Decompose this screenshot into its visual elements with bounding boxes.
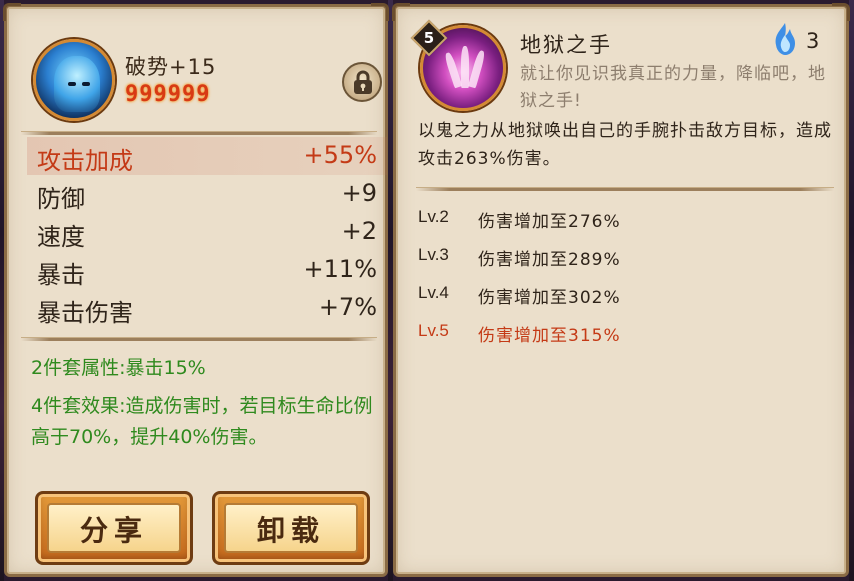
- upgrade-effect: 伤害增加至289%: [478, 250, 621, 270]
- upgrade-row-lv2: Lv.2 伤害增加至276%: [418, 207, 838, 233]
- background-right: [849, 0, 854, 581]
- skill-name: 地狱之手: [520, 33, 612, 57]
- share-button-label: 分享: [79, 514, 148, 547]
- stat-row-crit-damage: 暴击伤害 +7%: [37, 293, 377, 329]
- skill-description: 以鬼之力从地狱唤出自己的手腕扑击敌方目标，造成攻击263%伤害。: [418, 121, 832, 169]
- upgrade-level: Lv.4: [418, 283, 449, 302]
- skill-quote: 就让你见识我真正的力量，降临吧，地狱之手!: [520, 64, 826, 111]
- panel-corner-ornament: [3, 3, 21, 21]
- upgrade-effect: 伤害增加至302%: [478, 288, 621, 308]
- panel-corner-ornament: [832, 3, 850, 21]
- skill-level-number: 5: [423, 29, 435, 47]
- unload-button[interactable]: 卸载: [212, 491, 370, 565]
- equipment-panel: 破势+15 999999 攻击加成 +55% 防御 +9 速度 +2 暴击 +1…: [3, 3, 389, 577]
- divider: [416, 187, 834, 191]
- claw-shape: [467, 49, 487, 89]
- upgrade-level: Lv.3: [418, 245, 449, 264]
- panel-corner-ornament: [371, 3, 389, 21]
- share-button[interactable]: 分享: [35, 491, 193, 565]
- upgrade-level: Lv.2: [418, 207, 449, 226]
- claw-shape: [443, 51, 463, 89]
- stat-row-speed: 速度 +2: [37, 217, 377, 253]
- stat-row-attack-bonus: 攻击加成 +55%: [27, 137, 387, 177]
- ghost-flame-icon: [775, 23, 795, 55]
- stat-label: 速度: [37, 223, 85, 251]
- stat-value: +11%: [303, 255, 377, 283]
- stat-label: 防御: [37, 185, 85, 213]
- upgrade-effect: 伤害增加至276%: [478, 212, 621, 232]
- stat-value: +7%: [318, 293, 377, 321]
- stat-label: 暴击: [37, 261, 85, 289]
- divider: [21, 337, 377, 341]
- set-bonus-2: 2件套属性:暴击15%: [31, 357, 206, 379]
- skill-panel: 5 地狱之手 3 就让你见识我真正的力量，降临吧，地狱之手! 以鬼之力从地狱唤出…: [392, 3, 850, 577]
- lock-button[interactable]: [342, 62, 382, 102]
- stat-label: 暴击伤害: [37, 299, 133, 327]
- upgrade-level: Lv.5: [418, 321, 449, 340]
- stat-row-defense: 防御 +9: [37, 179, 377, 215]
- equipment-name: 破势+15: [125, 55, 217, 79]
- stat-value: +55%: [303, 141, 377, 169]
- lock-icon: [354, 70, 372, 94]
- upgrade-row-lv5: Lv.5 伤害增加至315%: [418, 321, 838, 347]
- equipment-star-value: 999999: [125, 82, 211, 107]
- upgrade-effect: 伤害增加至315%: [478, 326, 621, 346]
- upgrade-row-lv3: Lv.3 伤害增加至289%: [418, 245, 838, 271]
- stat-row-crit: 暴击 +11%: [37, 255, 377, 291]
- eye-icon: [68, 82, 76, 86]
- panel-corner-ornament: [392, 3, 410, 21]
- stat-value: +2: [341, 217, 377, 245]
- character-hood-icon: [54, 56, 100, 112]
- claw-shape: [461, 46, 469, 88]
- eye-icon: [82, 82, 90, 86]
- stat-value: +9: [341, 179, 377, 207]
- unload-button-label: 卸载: [256, 514, 325, 547]
- stat-label: 攻击加成: [37, 147, 133, 175]
- equipment-avatar: [33, 39, 115, 121]
- set-bonus-4: 4件套效果:造成伤害时，若目标生命比例高于70%，提升40%伤害。: [31, 395, 373, 448]
- divider: [21, 131, 377, 135]
- skill-cost: 3: [806, 29, 820, 53]
- upgrade-row-lv4: Lv.4 伤害增加至302%: [418, 283, 838, 309]
